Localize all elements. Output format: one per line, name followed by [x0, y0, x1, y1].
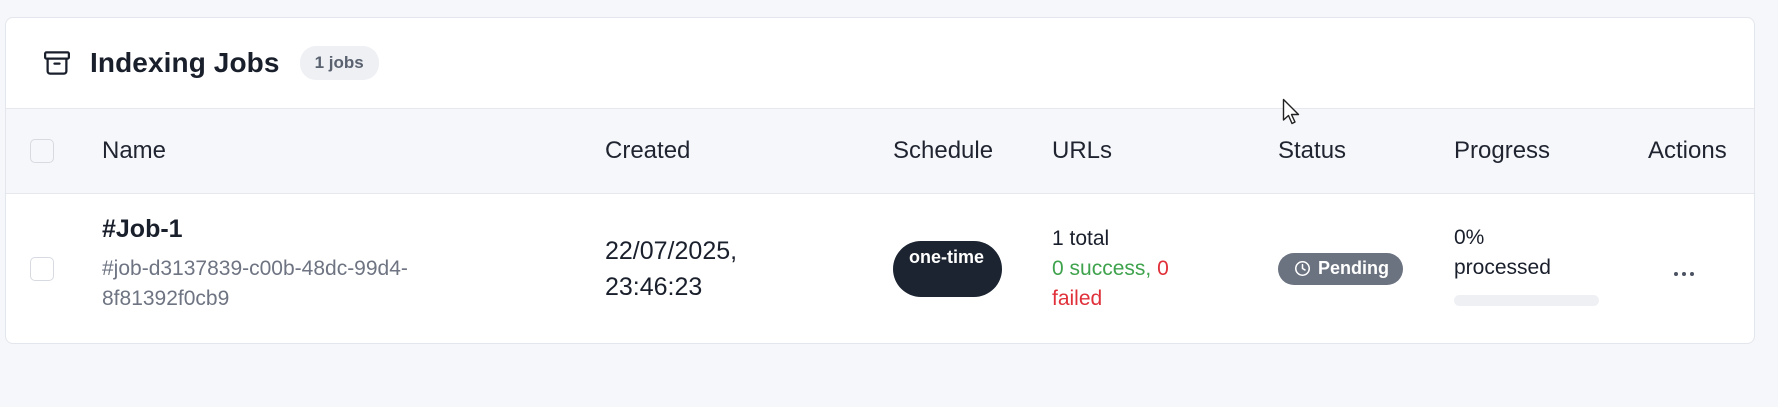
urls-separator: , [1145, 256, 1152, 280]
job-name[interactable]: #Job-1 [102, 215, 605, 244]
actions-cell [1648, 193, 1754, 343]
created-timestamp: 22/07/2025, 23:46:23 [605, 236, 738, 301]
page-title: Indexing Jobs [90, 47, 280, 78]
status-label: Pending [1318, 258, 1389, 279]
card-header: Indexing Jobs 1 jobs [6, 18, 1754, 109]
column-header-created[interactable]: Created [605, 109, 893, 193]
schedule-cell: one-time [893, 193, 1052, 343]
created-cell: 22/07/2025, 23:46:23 [605, 193, 893, 343]
urls-success: 0 success [1052, 256, 1146, 280]
column-header-status[interactable]: Status [1278, 109, 1454, 193]
clock-icon [1294, 260, 1311, 277]
progress-bar [1454, 295, 1599, 307]
table-row[interactable]: #Job-1 #job-d3137839-c00b-48dc-99d4-8f81… [6, 193, 1754, 343]
jobs-table: Name Created Schedule URLs Status Progre… [6, 109, 1754, 343]
job-id: #job-d3137839-c00b-48dc-99d4-8f81392f0cb… [102, 257, 408, 311]
urls-summary: 1 total 0 success, 0 failed [1052, 224, 1212, 314]
schedule-badge: one-time [893, 240, 1002, 297]
progress-cell: 0% processed [1454, 193, 1648, 343]
more-horizontal-icon[interactable] [1668, 266, 1700, 282]
column-header-urls[interactable]: URLs [1052, 109, 1278, 193]
urls-cell: 1 total 0 success, 0 failed [1052, 193, 1278, 343]
select-all-checkbox[interactable] [30, 138, 54, 163]
indexing-jobs-card: Indexing Jobs 1 jobs Name Created Schedu… [5, 17, 1755, 344]
table-header-row: Name Created Schedule URLs Status Progre… [6, 109, 1754, 193]
column-header-schedule[interactable]: Schedule [893, 109, 1052, 193]
archive-icon [42, 48, 72, 78]
urls-total: 1 total [1052, 226, 1110, 250]
header-select-cell [6, 109, 102, 193]
column-header-progress[interactable]: Progress [1454, 109, 1648, 193]
column-header-actions: Actions [1648, 136, 1727, 164]
mouse-cursor-icon [1282, 98, 1302, 126]
status-cell: Pending [1278, 193, 1454, 343]
job-count-badge: 1 jobs [299, 46, 379, 80]
column-header-name[interactable]: Name [102, 109, 605, 193]
progress-text: 0% processed [1454, 226, 1551, 280]
status-badge: Pending [1278, 252, 1403, 285]
row-select-checkbox[interactable] [30, 256, 54, 281]
row-select-cell [6, 193, 102, 343]
job-name-cell: #Job-1 #job-d3137839-c00b-48dc-99d4-8f81… [102, 193, 605, 343]
